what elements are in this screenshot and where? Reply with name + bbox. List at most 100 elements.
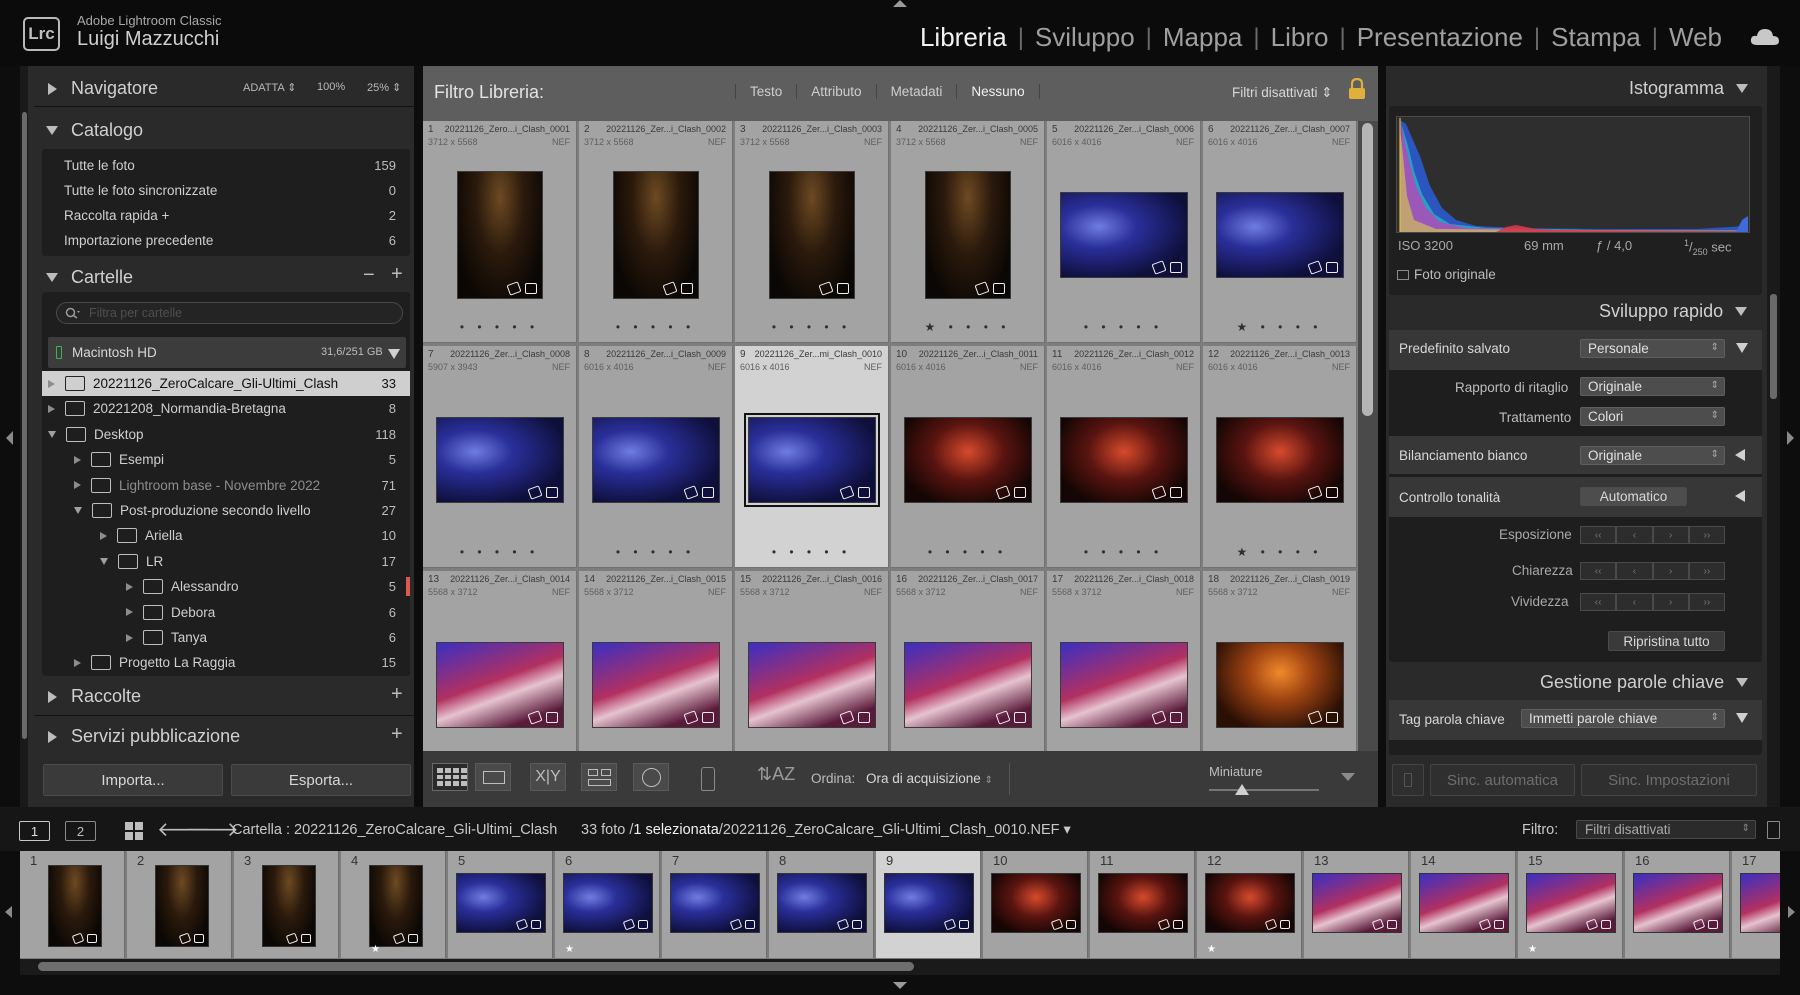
grid-cell[interactable]: 13 20221126_Zer...i_Clash_0014 5568 x 3712… [423,571,577,751]
collection-badge-icon[interactable] [993,283,1005,294]
rating-stars[interactable]: • • • • • [579,320,732,334]
filmstrip-thumbnail[interactable] [563,873,653,933]
collapsed-arrow-icon[interactable] [100,531,107,540]
grid-cell[interactable]: 12 20221126_Zer...i_Clash_0013 6016 x 4016… [1203,346,1357,568]
filmstrip-cell[interactable]: 13 [1304,851,1409,958]
filmstrip-cell[interactable]: 14 [1411,851,1516,958]
thumbnail-size-slider[interactable] [1209,784,1319,795]
photo-thumbnail[interactable] [904,417,1032,503]
filmstrip-thumbnail[interactable] [1205,873,1295,933]
module-libreria[interactable]: Libreria [918,22,1009,53]
rating-stars[interactable]: • • • • • [423,320,576,334]
filmstrip-filter-select[interactable]: Filtri disattivati ⇕ [1576,820,1756,839]
saved-preset-select[interactable]: Personale ⇕ [1580,339,1725,358]
collection-badge-icon[interactable] [1014,712,1026,723]
folder-item[interactable]: Esempi 5 [42,447,410,472]
filmstrip-thumbnail[interactable] [1419,873,1509,933]
filmstrip-cell[interactable]: 10 [983,851,1088,958]
folder-path[interactable]: Cartella : 20221126_ZeroCalcare_Gli-Ulti… [232,822,557,838]
photo-thumbnail[interactable] [748,642,876,728]
edit-badge-icon[interactable] [839,485,855,500]
expanded-arrow-icon[interactable] [74,507,82,514]
filmstrip-thumbnail[interactable] [456,873,546,933]
filmstrip-thumbnail[interactable] [777,873,867,933]
right-panel-scroll-track[interactable] [1767,66,1780,807]
filmstrip-thumbnail[interactable] [1526,873,1616,933]
grid-cell[interactable]: 8 20221126_Zer...i_Clash_0009 6016 x 4016 N… [579,346,733,568]
rating-stars[interactable]: • • • • • [1047,320,1200,334]
increase-icon[interactable]: › [1652,593,1689,611]
grid-cell[interactable]: 3 20221126_Zer...i_Clash_0003 3712 x 5568 N… [735,121,889,343]
rating-stars[interactable]: ★ • • • • [1203,320,1356,334]
auto-sync-button[interactable]: Sinc. automatica [1430,764,1575,796]
catalog-item[interactable]: Tutte le foto 159 [42,153,410,178]
filmstrip-thumbnail[interactable] [991,873,1081,933]
folder-item[interactable]: Desktop 118 [42,422,410,447]
saved-preset-expand-icon[interactable] [1736,343,1748,353]
edit-badge-icon[interactable] [1307,260,1323,275]
filter-tab-metadati[interactable]: Metadati [875,84,957,99]
collection-badge-icon[interactable] [1326,487,1338,498]
module-web[interactable]: Web [1667,22,1724,53]
rating-stars[interactable]: ★ • • • • [1203,545,1356,559]
filmstrip-cell[interactable]: 9 [876,851,981,958]
photo-thumbnail[interactable] [592,417,720,503]
secondary-window-button[interactable]: 2 [65,821,96,841]
filter-lock-icon[interactable] [1767,821,1780,839]
photo-thumbnail[interactable] [436,417,564,503]
decrease-icon[interactable]: ‹ [1616,562,1653,580]
filmstrip-cell[interactable]: 15 ★ [1518,851,1623,958]
collections-header[interactable]: Raccolte [48,686,141,707]
cloud-icon[interactable] [1750,28,1780,46]
big-increase-icon[interactable]: ›› [1688,526,1725,544]
filter-tab-nessuno[interactable]: Nessuno [956,84,1040,99]
module-stampa[interactable]: Stampa [1549,22,1643,53]
folder-filter-input[interactable]: Filtra per cartelle [56,302,403,324]
grid-cell[interactable]: 14 20221126_Zer...i_Clash_0015 5568 x 3712… [579,571,733,751]
edit-badge-icon[interactable] [1307,710,1323,725]
forward-arrow-icon[interactable]: 🡒 [185,817,239,842]
collapsed-arrow-icon[interactable] [48,379,55,388]
remove-folder-icon[interactable]: − [363,264,375,287]
grid-cell[interactable]: 10 20221126_Zer...i_Clash_0011 6016 x 4016… [891,346,1045,568]
right-panel-toggle-icon[interactable] [1787,431,1794,445]
grid-cell[interactable]: 15 20221126_Zer...i_Clash_0016 5568 x 3712… [735,571,889,751]
folder-item[interactable]: Progetto La Raggia 15 [42,650,410,675]
filmstrip-cell[interactable]: 2 [127,851,232,958]
survey-view-icon[interactable] [581,763,617,791]
filmstrip-cell[interactable]: 3 [234,851,339,958]
grid-cell[interactable]: 16 20221126_Zer...i_Clash_0017 5568 x 3712… [891,571,1045,751]
white-balance-expand-icon[interactable] [1735,449,1745,461]
compare-view-icon[interactable]: X|Y [530,763,566,791]
filmstrip-cell[interactable]: 16 [1625,851,1730,958]
folder-item[interactable]: Debora 6 [42,600,410,625]
edit-badge-icon[interactable] [818,281,834,296]
edit-badge-icon[interactable] [506,281,522,296]
collapsed-arrow-icon[interactable] [48,404,55,413]
collection-badge-icon[interactable] [858,487,870,498]
slider-handle[interactable] [1235,784,1249,795]
folder-item[interactable]: Post-produzione secondo livello 27 [42,498,410,523]
tone-control-expand-icon[interactable] [1735,490,1745,502]
right-panel-scrollbar[interactable] [1770,294,1777,399]
left-panel-scrollbar[interactable] [22,112,27,739]
grid-cell[interactable]: 6 20221126_Zer...i_Clash_0007 6016 x 4016 N… [1203,121,1357,343]
add-publish-service-icon[interactable]: + [391,723,403,746]
quick-develop-header[interactable]: Sviluppo rapido [1599,301,1748,322]
filmstrip-next-icon[interactable] [1788,906,1795,918]
filmstrip-prev-icon[interactable] [5,906,12,918]
bottom-panel-toggle-icon[interactable] [893,982,907,989]
module-sviluppo[interactable]: Sviluppo [1033,22,1137,53]
collapsed-arrow-icon[interactable] [74,455,81,464]
edit-badge-icon[interactable] [995,710,1011,725]
collection-badge-icon[interactable] [1326,262,1338,273]
folders-header[interactable]: Cartelle [46,267,133,288]
edit-badge-icon[interactable] [527,485,543,500]
export-button[interactable]: Esporta... [231,764,411,796]
folder-item[interactable]: Ariella 10 [42,523,410,548]
grid-view-icon[interactable] [432,763,468,791]
filmstrip-scrollbar[interactable] [38,962,914,971]
collection-badge-icon[interactable] [1170,262,1182,273]
collection-badge-icon[interactable] [546,487,558,498]
grid-cell[interactable]: 17 20221126_Zer...i_Clash_0018 5568 x 3712… [1047,571,1201,751]
